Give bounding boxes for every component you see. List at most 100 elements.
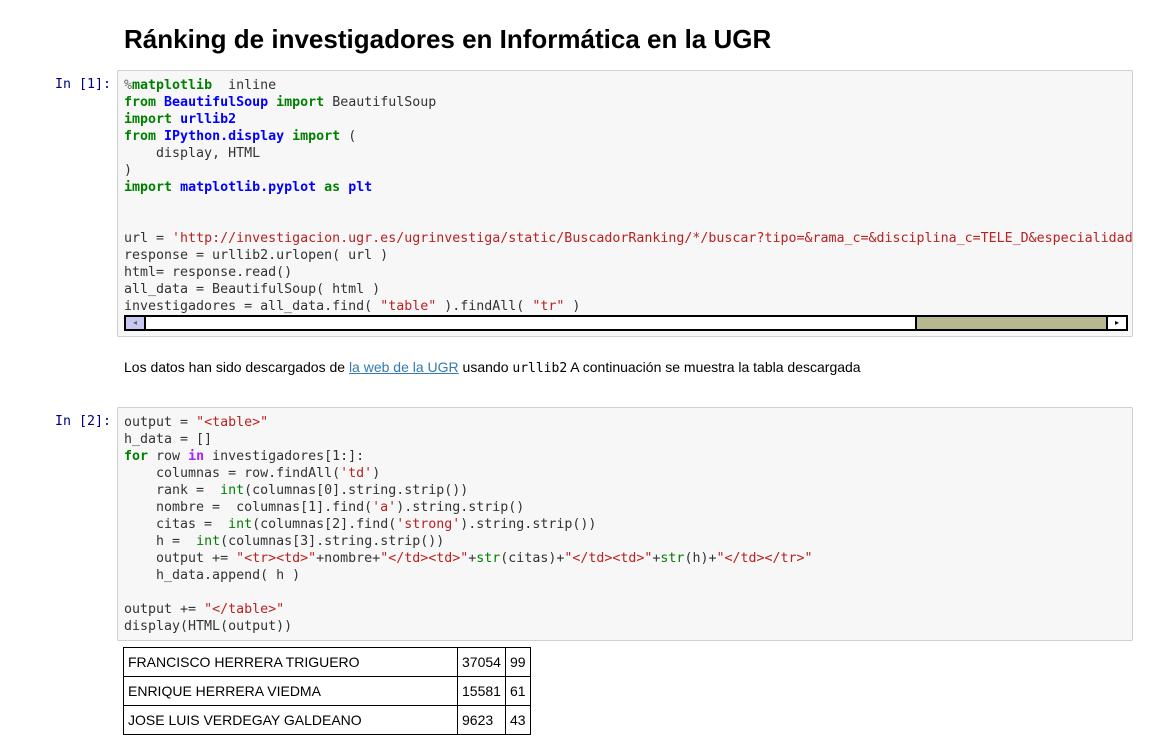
page-title: Ránking de investigadores en Informática… (124, 24, 772, 54)
code-line: ) (124, 162, 1132, 179)
code-editor[interactable]: output = "<table>" h_data = [] for row in … (124, 414, 813, 635)
code-token: in (188, 449, 205, 464)
citations-cell: 15581 (457, 676, 506, 706)
code-token: ).string.strip() (396, 500, 525, 515)
code-token: for (124, 449, 149, 464)
code-line: html= response.read() (124, 264, 1132, 281)
code-token: import (124, 180, 173, 195)
code-token: (columnas[0].string.strip()) (244, 483, 469, 498)
ugr-web-link[interactable]: la web de la UGR (349, 359, 459, 375)
code-line: output = "<table>" (124, 414, 813, 431)
code-token: display(HTML(output)) (124, 619, 293, 634)
table-row: FRANCISCO HERRERA TRIGUERO 37054 99 (123, 647, 531, 677)
code-token: investigadores = all_data.find( (124, 299, 381, 314)
code-token: import (276, 95, 325, 110)
table-row: ENRIQUE HERRERA VIEDMA 15581 61 (123, 676, 531, 706)
table-row: JOSE LUIS VERDEGAY GALDEANO 9623 43 (123, 705, 531, 735)
code-line: import matplotlib.pyplot as plt (124, 179, 1132, 196)
cell-2-prompt: In [2]: (54, 414, 111, 429)
code-line: h = int(columnas[3].string.strip()) (124, 533, 813, 550)
code-token: ) (124, 163, 133, 178)
code-line: for row in investigadores[1:]: (124, 448, 813, 465)
code-token: (columnas[3].string.strip()) (220, 534, 445, 549)
code-token: "</td></tr>" (716, 551, 813, 566)
code-token: 'http://investigacion.ugr.es/ugrinvestig… (172, 231, 1133, 246)
code-token: rank = (124, 483, 221, 498)
code-token: nombre = columnas[1].find( (124, 500, 373, 515)
code-token: as (324, 180, 341, 195)
code-token: from (124, 95, 157, 110)
code-line: display, HTML (124, 145, 1132, 162)
code-token: str (660, 551, 685, 566)
code-token: plt (348, 180, 373, 195)
code-token: output += (124, 602, 205, 617)
code-token: from (124, 129, 157, 144)
code-token: "table" (380, 299, 437, 314)
code-token: BeautifulSoup (324, 95, 437, 110)
inline-code: urllib2 (512, 361, 568, 376)
code-token: 'strong' (396, 517, 461, 532)
code-token: 'a' (372, 500, 397, 515)
code-line: h_data.append( h ) (124, 567, 813, 584)
code-token: ) (564, 299, 581, 314)
markdown-cell: Los datos han sido descargados de la web… (124, 359, 861, 376)
code-token: ) (372, 466, 381, 481)
code-token: ( (340, 129, 357, 144)
code-token: html= response.read() (124, 265, 293, 280)
code-line: investigadores = all_data.find( "table" … (124, 298, 1132, 315)
code-line: output += "</table>" (124, 601, 813, 618)
code-token: "<table>" (196, 415, 269, 430)
code-token: row (148, 449, 189, 464)
citations-cell: 9623 (457, 705, 506, 735)
code-token: urllib2 (180, 112, 237, 127)
code-token: 'td' (340, 466, 373, 481)
scroll-left-button[interactable]: ◂ (126, 317, 146, 329)
code-line: from BeautifulSoup import BeautifulSoup (124, 94, 1132, 111)
researcher-name-cell: ENRIQUE HERRERA VIEDMA (123, 676, 458, 706)
scroll-right-button[interactable]: ▸ (1106, 317, 1126, 329)
code-token: h_data.append( h ) (124, 568, 301, 583)
code-line: h_data = [] (124, 431, 813, 448)
code-line: output += "<tr><td>"+nombre+"</td><td>"+… (124, 550, 813, 567)
code-line: from IPython.display import ( (124, 128, 1132, 145)
md-text: A continuación se muestra la tabla desca… (567, 359, 861, 375)
code-token: "</td><td>" (564, 551, 653, 566)
h-index-cell: 61 (504, 676, 531, 706)
code-token: "</table>" (204, 602, 285, 617)
code-token: columnas = row.findAll( (124, 466, 341, 481)
code-token: response = urllib2.urlopen( url ) (124, 248, 389, 263)
code-token: BeautifulSoup (164, 95, 269, 110)
code-token: h = (124, 534, 197, 549)
researcher-name-cell: JOSE LUIS VERDEGAY GALDEANO (123, 705, 458, 735)
code-token: citas = (124, 517, 229, 532)
code-line: citas = int(columnas[2].find('strong').s… (124, 516, 813, 533)
code-editor[interactable]: %matplotlib inline from BeautifulSoup imp… (124, 77, 1133, 315)
code-token: inline (212, 78, 277, 93)
code-token: import (292, 129, 341, 144)
h-index-cell: 99 (504, 647, 531, 677)
code-token: "<tr><td>" (236, 551, 317, 566)
code-line: all_data = BeautifulSoup( html ) (124, 281, 1132, 298)
cell-1-prompt: In [1]: (54, 77, 111, 92)
code-cell-1[interactable]: %matplotlib inline from BeautifulSoup imp… (117, 70, 1133, 337)
code-token: import (124, 112, 173, 127)
code-token: ).findAll( (436, 299, 533, 314)
code-token: (columnas[2].find( (252, 517, 397, 532)
code-line: nombre = columnas[1].find('a').string.st… (124, 499, 813, 516)
citations-cell: 37054 (457, 647, 506, 677)
code-cell-2[interactable]: output = "<table>" h_data = [] for row in … (117, 407, 1133, 641)
code-line: import urllib2 (124, 111, 1132, 128)
horizontal-scrollbar[interactable]: ◂ ▸ (124, 315, 1128, 331)
code-token: (h)+ (684, 551, 717, 566)
scrollbar-thumb[interactable] (146, 317, 917, 329)
code-token: matplotlib.pyplot (180, 180, 317, 195)
